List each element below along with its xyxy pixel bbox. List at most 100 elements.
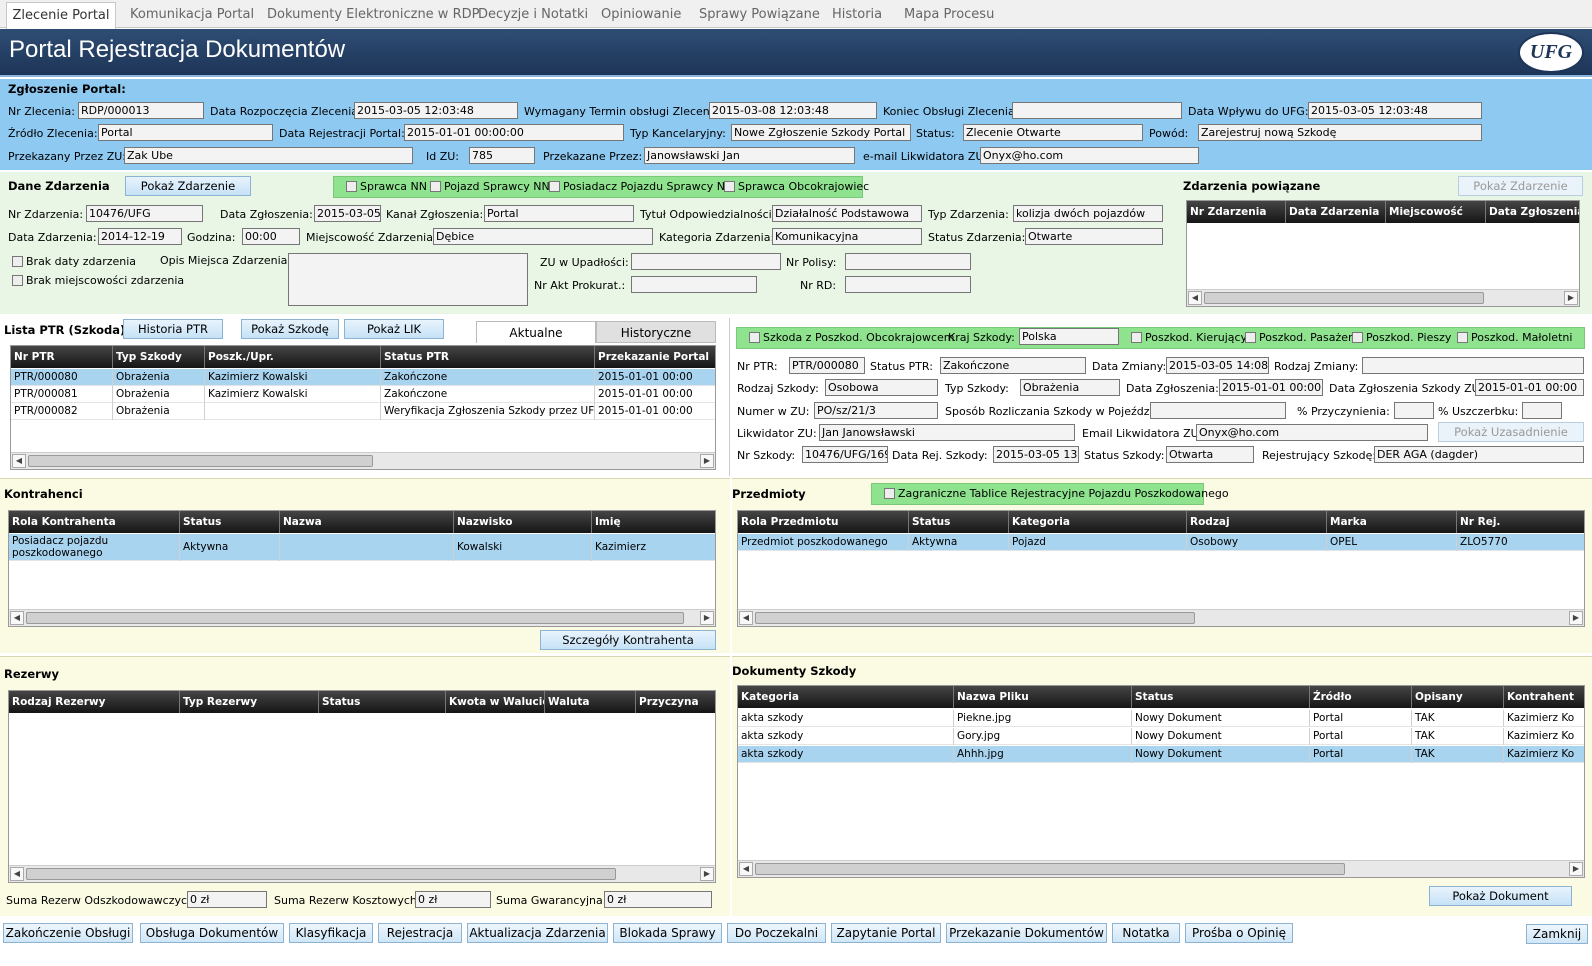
rejestracja-button[interactable]: Rejestracja <box>378 923 462 943</box>
column-header[interactable]: Kwota w Walucie <box>446 691 545 713</box>
data-zgloszenia-zu-field[interactable]: 2015-01-01 00:00 <box>1475 379 1584 396</box>
nr-zdarzenia-field[interactable]: 10476/UFG <box>86 205 203 222</box>
rodzaj-zmiany-field[interactable] <box>1362 357 1584 374</box>
horizontal-scrollbar[interactable]: ◀ ▶ <box>9 609 715 626</box>
scroll-right-icon[interactable]: ▶ <box>700 454 714 468</box>
historia-ptr-button[interactable]: Historia PTR <box>123 319 223 339</box>
column-header[interactable]: Poszk./Upr. <box>205 346 381 368</box>
column-header[interactable]: Typ Rezerwy <box>180 691 319 713</box>
nr-polisy-field[interactable] <box>845 253 971 270</box>
column-header[interactable]: Miejscowość <box>1386 201 1486 223</box>
scroll-thumb[interactable] <box>26 612 684 624</box>
miejscowosc-field[interactable]: Dębice <box>433 228 653 245</box>
sprawca-obcokrajowiec-checkbox[interactable]: Sprawca Obcokrajowiec <box>724 180 869 194</box>
column-header[interactable]: Typ Szkody <box>113 346 205 368</box>
column-header[interactable]: Waluta <box>545 691 636 713</box>
nr-szkody-field[interactable]: 10476/UFG/1693 <box>802 446 888 463</box>
id-zu-field[interactable]: 785 <box>469 147 535 164</box>
termin-field[interactable]: 2015-03-08 12:03:48 <box>709 102 877 119</box>
suma-kosztowych-field[interactable]: 0 zł <box>415 891 491 908</box>
scroll-thumb[interactable] <box>28 455 373 467</box>
do-poczekalni-button[interactable]: Do Poczekalni <box>727 923 826 943</box>
tab-aktualne[interactable]: Aktualne <box>476 321 596 343</box>
sposob-rozliczania-field[interactable] <box>1150 402 1286 419</box>
poszkod-maloletni-checkbox[interactable]: Poszkod. Małoletni <box>1457 331 1572 345</box>
tab-zlecenie-portal[interactable]: Zlecenie Portal <box>6 2 116 29</box>
kraj-szkody-field[interactable]: Polska <box>1019 328 1119 345</box>
pokaz-uzasadnienie-button[interactable]: Pokaż Uzasadnienie <box>1438 422 1584 442</box>
rejestrujacy-field[interactable]: DER AGA (dagder) <box>1374 446 1584 463</box>
aktualizacja-zdarzenia-button[interactable]: Aktualizacja Zdarzenia <box>467 923 608 943</box>
data-rozpoczecia-field[interactable]: 2015-03-05 12:03:48 <box>354 102 518 119</box>
poszkod-kierujacy-checkbox[interactable]: Poszkod. Kierujący <box>1131 331 1247 345</box>
scroll-right-icon[interactable]: ▶ <box>1569 862 1583 876</box>
horizontal-scrollbar[interactable]: ◀ ▶ <box>738 860 1584 877</box>
tab-komunikacja-portal[interactable]: Komunikacja Portal <box>126 2 258 28</box>
zagraniczne-tablice-checkbox[interactable]: Zagraniczne Tablice Rejestracyjne Pojazd… <box>884 487 1229 501</box>
prosba-o-opinie-button[interactable]: Prośba o Opinię <box>1185 923 1293 943</box>
obsluga-dokumentow-button[interactable]: Obsługa Dokumentów <box>140 923 284 943</box>
tytul-odpowiedzialnosci-field[interactable]: Działalność Podstawowa <box>772 205 922 222</box>
table-row[interactable]: akta szkody Piekne.jpg Nowy Dokument Por… <box>738 710 1584 727</box>
column-header[interactable]: Nazwisko <box>454 511 592 533</box>
scroll-thumb[interactable] <box>1204 292 1484 304</box>
status-zdarzenia-field[interactable]: Otwarte <box>1025 228 1163 245</box>
scroll-left-icon[interactable]: ◀ <box>10 867 24 881</box>
tab-historia[interactable]: Historia <box>828 2 886 28</box>
data-wplywu-field[interactable]: 2015-03-05 12:03:48 <box>1308 102 1482 119</box>
brak-miejscowosci-checkbox[interactable]: Brak miejscowości zdarzenia <box>12 274 184 288</box>
sprawca-nn-checkbox[interactable]: Sprawca NN <box>346 180 427 194</box>
data-rej-szkody-field[interactable]: 2015-03-05 13:5 <box>993 446 1079 463</box>
column-header[interactable]: Marka <box>1327 511 1457 533</box>
column-header[interactable]: Data Zdarzenia <box>1286 201 1386 223</box>
szkoda-obcokrajowiec-checkbox[interactable]: Szkoda z Poszkod. Obcokrajowcem <box>749 331 954 345</box>
przyczynienia-field[interactable] <box>1394 402 1434 419</box>
nr-zlecenia-field[interactable]: RDP/000013 <box>78 102 204 119</box>
pokaz-zdarzenie-powiazane-button[interactable]: Pokaż Zdarzenie <box>1458 176 1583 196</box>
poszkod-pasazer-checkbox[interactable]: Poszkod. Pasażer <box>1245 331 1353 345</box>
status-field[interactable]: Zlecenie Otwarte <box>963 124 1143 141</box>
przekazane-przez-field[interactable]: Janowsławski Jan <box>644 147 855 164</box>
klasyfikacja-button[interactable]: Klasyfikacja <box>289 923 373 943</box>
nr-ptr-field[interactable]: PTR/000080 <box>789 357 865 374</box>
column-header[interactable]: Rola Przedmiotu <box>738 511 909 533</box>
zakonczenie-obslugi-button[interactable]: Zakończenie Obsługi <box>3 923 133 943</box>
column-header[interactable]: Kategoria <box>738 686 954 708</box>
horizontal-scrollbar[interactable]: ◀ ▶ <box>9 865 715 882</box>
tab-mapa-procesu[interactable]: Mapa Procesu <box>900 2 998 28</box>
column-header[interactable]: Nr Zdarzenia <box>1187 201 1286 223</box>
data-zgloszenia-field[interactable]: 2015-03-05 <box>314 205 381 222</box>
likwidator-zu-field[interactable]: Jan Janowsławski <box>819 424 1075 441</box>
typ-zdarzenia-field[interactable]: kolizja dwóch pojazdów <box>1013 205 1163 222</box>
zrodlo-field[interactable]: Portal <box>98 124 273 141</box>
numer-zu-field[interactable]: PO/sz/21/3 <box>814 402 938 419</box>
column-header[interactable]: Przyczyna <box>636 691 715 713</box>
tab-sprawy-powiazane[interactable]: Sprawy Powiązane <box>695 2 824 28</box>
uszczerbku-field[interactable] <box>1522 402 1562 419</box>
column-header[interactable]: Imię <box>592 511 715 533</box>
column-header[interactable]: Nr Rej. <box>1457 511 1584 533</box>
horizontal-scrollbar[interactable]: ◀ ▶ <box>11 452 715 469</box>
scroll-left-icon[interactable]: ◀ <box>12 454 26 468</box>
table-row[interactable]: PTR/000080 Obrażenia Kazimierz Kowalski … <box>11 369 715 386</box>
table-row[interactable]: PTR/000081 Obrażenia Kazimierz Kowalski … <box>11 386 715 403</box>
powod-field[interactable]: Zarejestruj nową Szkodę <box>1198 124 1482 141</box>
przekazany-zu-field[interactable]: Zak Ube <box>124 147 413 164</box>
suma-odszkodowawczych-field[interactable]: 0 zł <box>187 891 267 908</box>
suma-gwarancyjna-field[interactable]: 0 zł <box>604 891 712 908</box>
tab-decyzje-notatki[interactable]: Decyzje i Notatki <box>474 2 592 28</box>
column-header[interactable]: Status <box>909 511 1009 533</box>
tab-historyczne[interactable]: Historyczne <box>596 321 716 343</box>
scroll-left-icon[interactable]: ◀ <box>739 862 753 876</box>
column-header[interactable]: Przekazanie Portal <box>595 346 715 368</box>
scroll-left-icon[interactable]: ◀ <box>739 611 753 625</box>
zapytanie-portal-button[interactable]: Zapytanie Portal <box>831 923 941 943</box>
zu-upadlosci-field[interactable] <box>631 253 781 270</box>
pojazd-sprawcy-nn-checkbox[interactable]: Pojazd Sprawcy NN <box>430 180 550 194</box>
column-header[interactable]: Status <box>319 691 446 713</box>
column-header[interactable]: Status PTR <box>381 346 595 368</box>
status-ptr-field[interactable]: Zakończone <box>940 357 1086 374</box>
table-row[interactable]: akta szkody Ahhh.jpg Nowy Dokument Porta… <box>738 746 1584 763</box>
pokaz-szkode-button[interactable]: Pokaż Szkodę <box>241 319 339 339</box>
scroll-right-icon[interactable]: ▶ <box>700 611 714 625</box>
